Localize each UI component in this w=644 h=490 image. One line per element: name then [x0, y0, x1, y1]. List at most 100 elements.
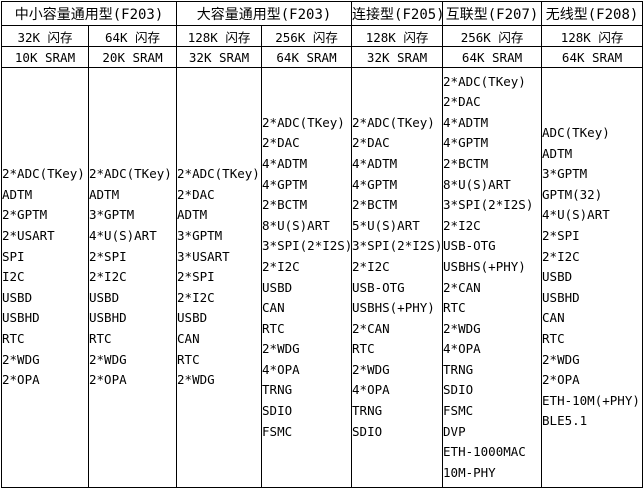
feature-item: USBD	[542, 269, 573, 285]
feature-item: 2*ADC(TKey)	[2, 166, 85, 182]
feature-item: 4*ADTM	[262, 155, 308, 171]
feature-item: 4*ADTM	[443, 114, 489, 130]
feature-item: 2*OPA	[2, 372, 40, 388]
feature-item: 4*GPTM	[352, 176, 398, 192]
feature-cell: 2*ADC(TKey) 2*DAC 4*ADTM 4*GPTM 2*BCTM 5*U(S)…	[351, 67, 444, 488]
feature-item: 2*I2C	[352, 258, 390, 274]
feature-item: BLE5.1	[542, 413, 588, 429]
feature-item: 3*USART	[177, 248, 230, 264]
flash-size-cell: 128K 闪存	[541, 25, 644, 47]
feature-item: USBD	[2, 289, 33, 305]
feature-item: 2*I2C	[89, 269, 127, 285]
feature-item: 5*U(S)ART	[352, 217, 420, 233]
feature-cell: 2*ADC(TKey) ADTM 3*GPTM 4*U(S)ART 2*SPI 2*I2C…	[87, 67, 178, 488]
feature-item: RTC	[542, 330, 565, 346]
feature-item: USBHS(+PHY)	[352, 300, 435, 316]
feature-cell: 2*ADC(TKey) 2*DAC ADTM 3*GPTM 3*USART 2*SPI 2*…	[176, 67, 263, 488]
feature-item: 2*ADC(TKey)	[89, 166, 172, 182]
feature-item: USBD	[89, 289, 120, 305]
feature-item: 2*DAC	[352, 135, 390, 151]
feature-item: ADTM	[89, 186, 120, 202]
feature-item: DVP	[443, 423, 466, 439]
feature-item: TRNG	[352, 403, 383, 419]
feature-item: 4*ADTM	[352, 155, 398, 171]
feature-item: USB-OTG	[443, 238, 496, 254]
feature-item: CAN	[262, 300, 285, 316]
feature-item: 2*SPI	[542, 228, 580, 244]
series-title-connectivity: 连接型(F205)	[351, 1, 444, 26]
feature-item: 2*WDG	[352, 361, 390, 377]
series-title-interconnect: 互联型(F207)	[442, 1, 543, 26]
header-row-sram: 10K SRAM 20K SRAM 32K SRAM 64K SRAM 32K …	[1, 46, 644, 68]
feature-item: USBHD	[542, 289, 580, 305]
feature-item: GPTM(32)	[542, 186, 603, 202]
flash-size-cell: 256K 闪存	[442, 25, 543, 47]
feature-item: 2*CAN	[443, 279, 481, 295]
feature-cell: 2*ADC(TKey) 2*DAC 4*ADTM 4*GPTM 2*BCTM 8*U(S)…	[442, 67, 543, 488]
flash-size-cell: 64K 闪存	[87, 25, 178, 47]
feature-item: FSMC	[443, 403, 474, 419]
header-row-flash: 32K 闪存 64K 闪存 128K 闪存 256K 闪存 128K 闪存 25…	[1, 25, 644, 47]
feature-item: 2*I2C	[262, 258, 300, 274]
feature-item: USBHD	[2, 310, 40, 326]
sram-size-cell: 64K SRAM	[261, 46, 353, 68]
feature-item: 2*SPI	[89, 248, 127, 264]
sram-size-cell: 64K SRAM	[541, 46, 644, 68]
feature-item: USBD	[262, 279, 293, 295]
feature-item: 4*OPA	[262, 361, 300, 377]
feature-item: 2*I2C	[177, 289, 215, 305]
feature-item: 2*ADC(TKey)	[443, 73, 526, 89]
sram-size-cell: 32K SRAM	[351, 46, 444, 68]
feature-item: SPI	[2, 248, 25, 264]
product-comparison-table: 中小容量通用型(F203) 大容量通用型(F203) 连接型(F205) 互联型…	[0, 1, 644, 488]
feature-item: RTC	[89, 330, 112, 346]
sram-size-cell: 10K SRAM	[1, 46, 89, 68]
feature-item: 2*ADC(TKey)	[352, 114, 435, 130]
feature-item: 4*OPA	[352, 382, 390, 398]
feature-item: 2*DAC	[177, 186, 215, 202]
feature-item: 2*BCTM	[352, 197, 398, 213]
feature-item: RTC	[177, 351, 200, 367]
feature-item: FSMC	[262, 423, 293, 439]
feature-cell: ADC(TKey) ADTM 3*GPTM GPTM(32) 4*U(S)ART 2*SP…	[541, 67, 644, 488]
feature-cell: 2*ADC(TKey) ADTM 2*GPTM 2*USART SPI I2C USBD US…	[1, 67, 89, 488]
flash-size-cell: 32K 闪存	[1, 25, 89, 47]
feature-item: RTC	[443, 300, 466, 316]
sram-size-cell: 32K SRAM	[176, 46, 263, 68]
feature-item: 2*GPTM	[2, 207, 48, 223]
sram-size-cell: 20K SRAM	[87, 46, 178, 68]
feature-item: 4*GPTM	[262, 176, 308, 192]
feature-item: TRNG	[443, 361, 474, 377]
feature-item: 2*DAC	[262, 135, 300, 151]
feature-item: 3*GPTM	[177, 228, 223, 244]
feature-item: 2*ADC(TKey)	[262, 114, 345, 130]
feature-item: 3*SPI(2*I2S)	[262, 238, 352, 254]
feature-row: 2*ADC(TKey) ADTM 2*GPTM 2*USART SPI I2C USBD US…	[1, 67, 644, 488]
series-title-small-medium: 中小容量通用型(F203)	[0, 1, 178, 26]
feature-cell: 2*ADC(TKey) 2*DAC 4*ADTM 4*GPTM 2*BCTM 8*U(S)…	[261, 67, 353, 488]
feature-item: ETH-1000MAC	[443, 444, 526, 460]
feature-item: 2*WDG	[542, 351, 580, 367]
flash-size-cell: 256K 闪存	[261, 25, 353, 47]
feature-item: USBHD	[89, 310, 127, 326]
flash-size-cell: 128K 闪存	[351, 25, 444, 47]
feature-item: 2*WDG	[443, 320, 481, 336]
feature-item: 2*BCTM	[262, 197, 308, 213]
feature-item: I2C	[2, 269, 25, 285]
feature-item: 2*I2C	[542, 248, 580, 264]
feature-item: 8*U(S)ART	[262, 217, 330, 233]
feature-item: CAN	[542, 310, 565, 326]
feature-item: TRNG	[262, 382, 293, 398]
feature-item: 3*GPTM	[89, 207, 135, 223]
feature-item: USBHS(+PHY)	[443, 258, 526, 274]
feature-item: 2*WDG	[2, 351, 40, 367]
feature-item: 2*SPI	[177, 269, 215, 285]
feature-item: ADTM	[542, 145, 573, 161]
feature-item: 4*U(S)ART	[542, 207, 610, 223]
feature-item: 3*SPI(2*I2S)	[352, 238, 443, 254]
feature-item: 3*SPI(2*I2S)	[443, 197, 534, 213]
feature-item: 2*WDG	[89, 351, 127, 367]
feature-item: 2*OPA	[542, 372, 580, 388]
sram-size-cell: 64K SRAM	[442, 46, 543, 68]
feature-item: RTC	[2, 330, 25, 346]
